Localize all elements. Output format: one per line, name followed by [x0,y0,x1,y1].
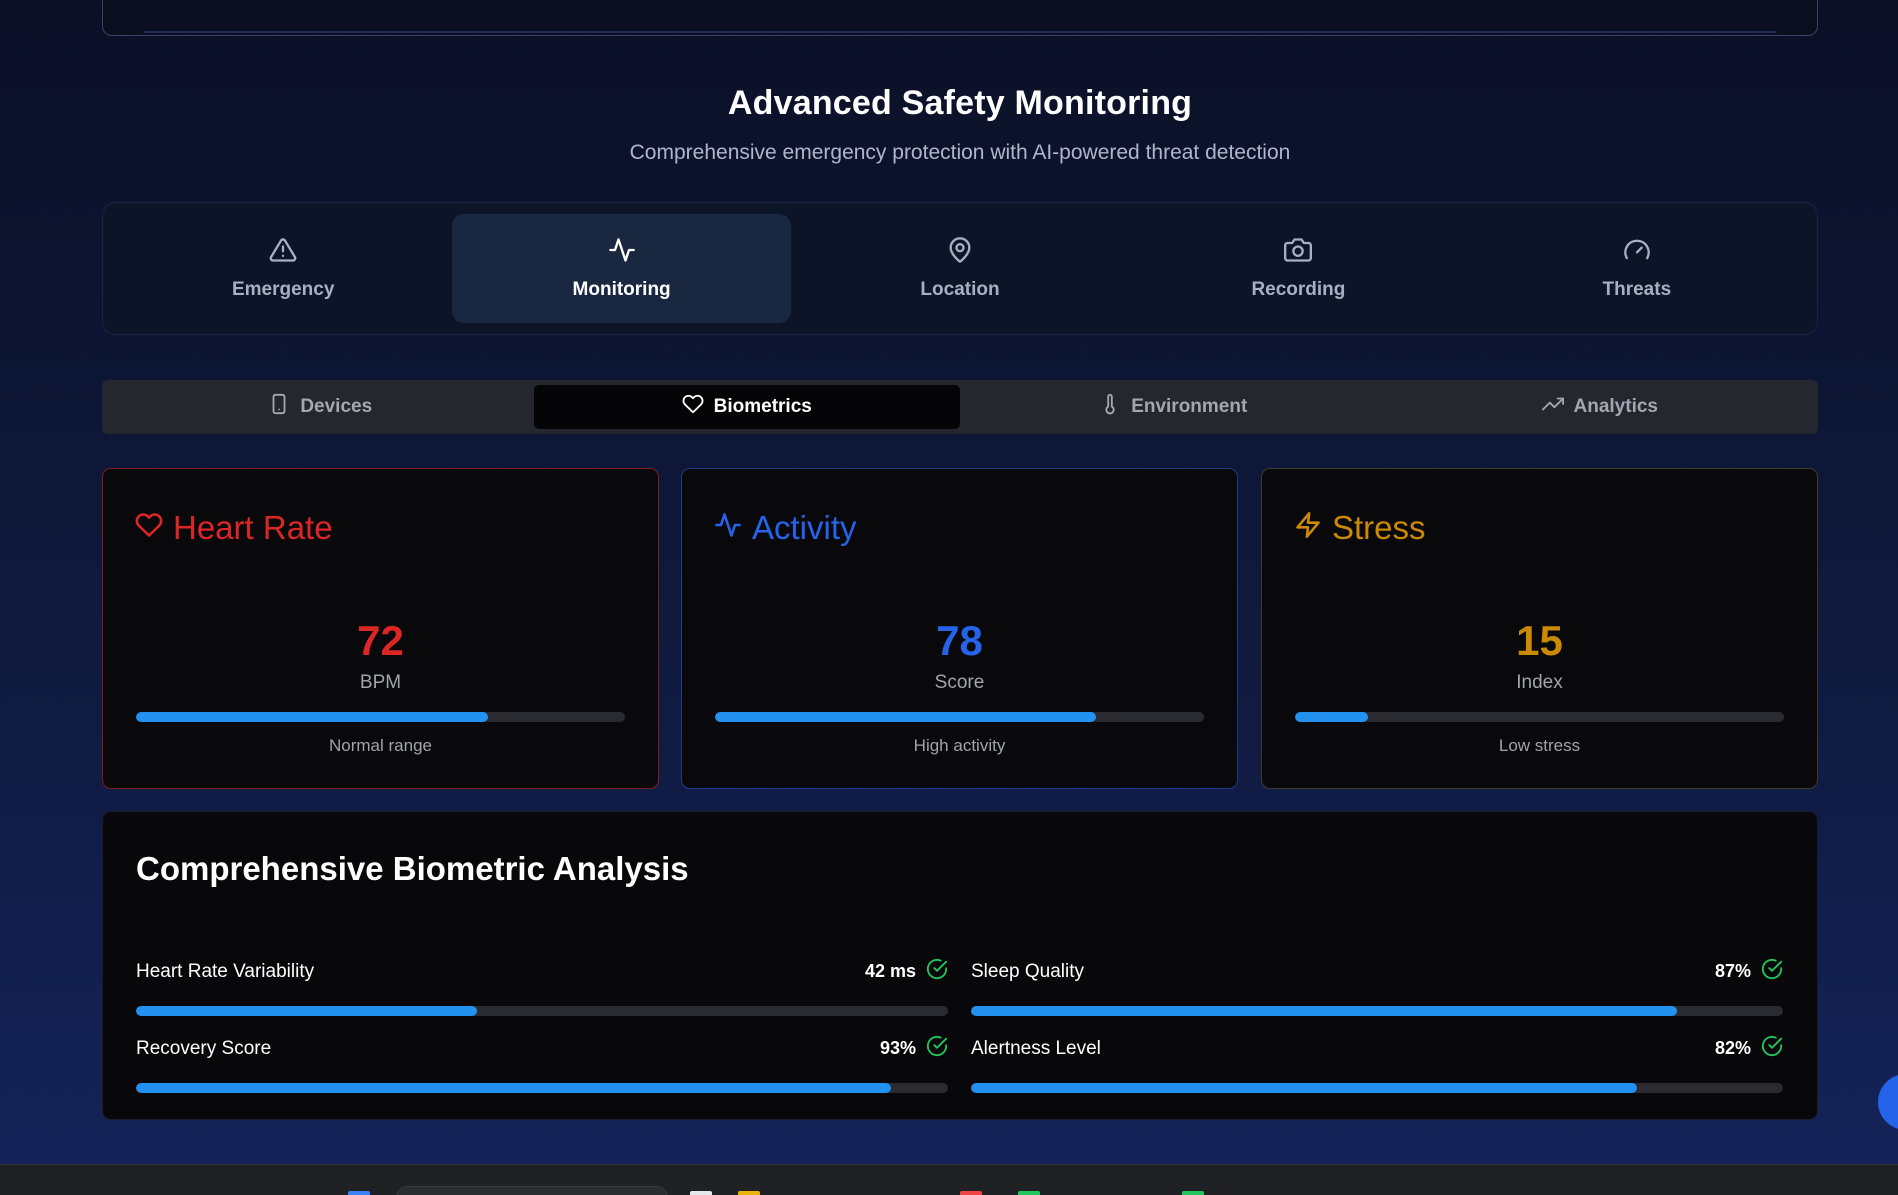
taskbar-search[interactable] [396,1186,668,1195]
card-note: Low stress [1498,736,1581,755]
tab-threats[interactable]: Threats [1468,214,1806,323]
tab-location[interactable]: Location [791,214,1129,323]
card-unit: Index [1516,672,1563,693]
activity-icon [608,236,636,269]
tab-label: Recording [1251,279,1346,300]
progress-bar [136,712,625,722]
check-circle-icon [1761,958,1783,985]
analysis-item-alertness-level: Alertness Level 82% [971,1035,1783,1093]
card-value: 78 [936,617,983,664]
check-circle-icon [1761,1035,1783,1062]
card-title: Heart Rate [135,509,333,547]
subtab-biometrics[interactable]: Biometrics [533,385,960,429]
progress-fill [136,1083,892,1093]
card-unit: BPM [359,672,402,693]
floating-action-button[interactable] [1878,1074,1898,1130]
zap-icon [1294,509,1322,547]
tab-label: Monitoring [572,279,671,300]
analysis-item-value: 82% [1714,1038,1751,1058]
card-note: High activity [913,736,1006,755]
tab-label: Emergency [231,279,335,300]
tab-emergency[interactable]: Emergency [114,214,452,323]
analysis-item-value: 87% [1714,961,1751,981]
progress-bar [136,1083,948,1093]
progress-bar [1295,712,1784,722]
check-circle-icon [926,958,948,985]
camera-icon [1284,236,1313,269]
main-tab-bar: Emergency Monitoring Location Recording … [102,202,1818,335]
stress-card: Stress 15 Index Low stress [1261,468,1818,789]
card-value: 15 [1516,617,1563,664]
progress-bar [971,1006,1783,1016]
card-divider [143,31,1777,33]
taskbar-app-icon[interactable] [960,1191,982,1195]
subtab-label: Environment [1131,396,1248,417]
progress-fill [715,712,1097,722]
analysis-item-name: Sleep Quality [971,960,1085,982]
analysis-title: Comprehensive Biometric Analysis [136,850,689,887]
alert-triangle-icon [269,236,297,269]
taskbar-app-icon[interactable] [1018,1191,1040,1195]
card-title: Stress [1294,509,1426,547]
progress-fill [136,712,489,722]
taskbar-app-icon[interactable] [690,1191,712,1195]
analysis-item-name: Recovery Score [136,1037,272,1059]
card-unit: Score [934,672,985,693]
progress-bar [715,712,1204,722]
card-title-text: Activity [752,509,857,546]
tab-label: Location [920,279,1000,300]
analysis-item-value: 42 ms [864,961,916,981]
progress-fill [136,1006,478,1016]
analysis-item-value: 93% [879,1038,916,1058]
analysis-item-sleep-quality: Sleep Quality 87% [971,958,1783,1016]
heart-rate-card: Heart Rate 72 BPM Normal range [102,468,659,789]
heart-icon [682,393,704,421]
biometric-analysis-panel: Comprehensive Biometric Analysis Heart R… [102,811,1818,1120]
subtab-label: Analytics [1573,396,1658,417]
tab-label: Threats [1602,279,1672,300]
card-value: 72 [357,617,404,664]
analysis-item-name: Alertness Level [971,1037,1101,1059]
subtab-label: Devices [300,396,373,417]
tab-recording[interactable]: Recording [1129,214,1467,323]
subtab-label: Biometrics [713,396,812,417]
trending-up-icon [1541,393,1564,421]
gauge-icon [1623,236,1651,269]
progress-fill [971,1006,1678,1016]
page-title: Advanced Safety Monitoring [727,84,1193,122]
previous-section-card [102,0,1818,36]
activity-card: Activity 78 Score High activity [681,468,1238,789]
subtab-analytics[interactable]: Analytics [1387,385,1814,429]
taskbar-app-icon[interactable] [738,1191,760,1195]
sub-tab-bar: Devices Biometrics Environment Analytics [102,380,1818,434]
card-title-text: Stress [1332,509,1426,546]
map-pin-icon [946,236,974,269]
subtab-devices[interactable]: Devices [107,385,534,429]
os-taskbar [0,1164,1898,1195]
tab-monitoring[interactable]: Monitoring [452,214,791,323]
progress-fill [1295,712,1369,722]
analysis-item-name: Heart Rate Variability [136,960,315,982]
progress-bar [971,1083,1783,1093]
progress-fill [971,1083,1637,1093]
card-title: Activity [714,509,857,547]
card-title-text: Heart Rate [173,509,333,546]
page-subtitle: Comprehensive emergency protection with … [629,141,1291,164]
thermometer-icon [1099,393,1121,421]
analysis-item-hrv: Heart Rate Variability 42 ms [136,958,948,1016]
taskbar-app-icon[interactable] [1182,1191,1204,1195]
card-note: Normal range [329,736,432,755]
taskbar-app-icon[interactable] [348,1191,370,1195]
heart-icon [135,509,163,547]
smartphone-icon [268,393,290,421]
subtab-environment[interactable]: Environment [960,385,1387,429]
activity-icon [714,509,742,547]
progress-bar [136,1006,948,1016]
check-circle-icon [926,1035,948,1062]
analysis-item-recovery-score: Recovery Score 93% [136,1035,948,1093]
